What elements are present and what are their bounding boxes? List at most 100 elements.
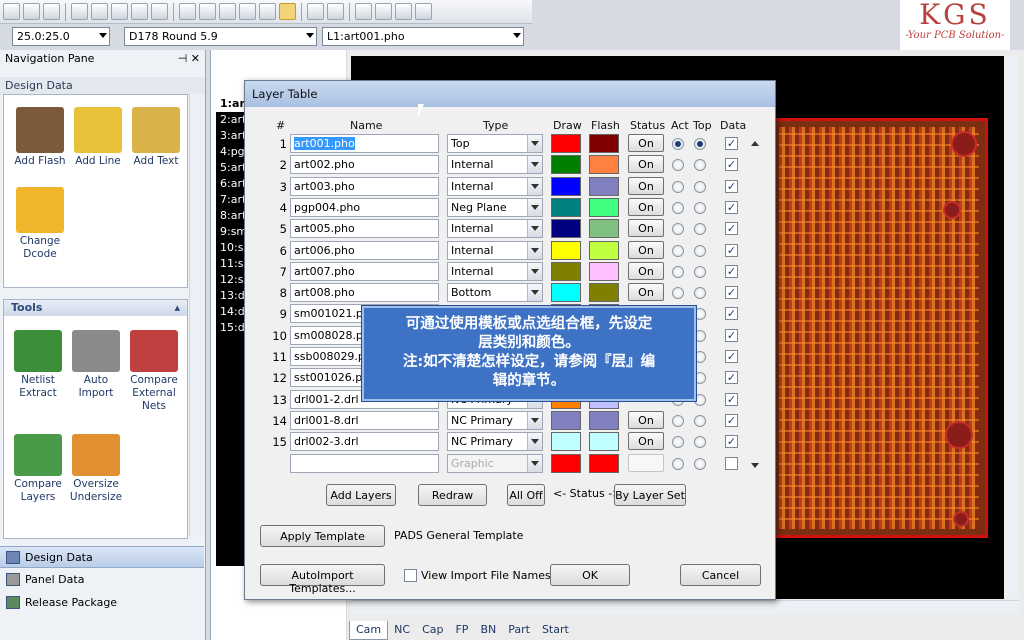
grid-icon[interactable]: [259, 3, 276, 20]
draw-color-swatch[interactable]: [551, 283, 581, 303]
canvas-hscroll[interactable]: [351, 600, 1019, 614]
data-checkbox[interactable]: ✓: [725, 286, 738, 300]
status-button[interactable]: On: [628, 410, 664, 429]
draw-color-swatch[interactable]: [551, 432, 581, 452]
measure-icon[interactable]: [415, 3, 432, 20]
top-radio[interactable]: [694, 159, 706, 172]
status-button[interactable]: On: [628, 197, 664, 216]
layer-name-field[interactable]: pgp004.pho: [290, 197, 439, 217]
layer-type-select[interactable]: Internal: [447, 261, 543, 281]
layer-name-field[interactable]: drl001-8.drl: [290, 410, 439, 430]
act-radio[interactable]: [672, 159, 684, 172]
color-icon[interactable]: [307, 3, 324, 20]
tool-auto-import[interactable]: Auto Import: [66, 330, 126, 400]
ok-button[interactable]: OK: [550, 564, 630, 586]
draw-color-swatch[interactable]: [551, 240, 581, 260]
tab-part[interactable]: Part: [502, 621, 536, 640]
layer-type-select[interactable]: Top: [447, 134, 543, 153]
act-radio[interactable]: [672, 414, 684, 427]
layer-name-field[interactable]: art005.pho: [290, 219, 439, 239]
tab-start[interactable]: Start: [536, 621, 575, 640]
data-checkbox[interactable]: ✓: [725, 264, 738, 278]
dialog-scrollbar[interactable]: [748, 127, 762, 469]
zoom-in-icon[interactable]: [131, 3, 148, 20]
layer-type-select[interactable]: Neg Plane: [447, 197, 543, 217]
data-checkbox[interactable]: [725, 456, 738, 470]
snap-icon[interactable]: [279, 3, 296, 20]
flash-color-swatch[interactable]: [589, 134, 619, 153]
layer-name-field[interactable]: drl002-3.drl: [290, 432, 439, 452]
draw-color-swatch[interactable]: [551, 453, 581, 473]
redo-icon[interactable]: [91, 3, 108, 20]
status-button[interactable]: On: [628, 134, 664, 152]
data-checkbox[interactable]: ✓: [725, 413, 738, 427]
data-checkbox[interactable]: ✓: [725, 307, 738, 321]
tool-oversize[interactable]: Oversize Undersize: [66, 434, 126, 504]
autoimport-templates-button[interactable]: AutoImport Templates...: [260, 564, 385, 595]
design-tool-add-flash[interactable]: Add Flash: [10, 107, 70, 168]
layer-type-select[interactable]: Graphic: [447, 453, 543, 473]
grid-combo[interactable]: 25.0:25.0: [12, 27, 110, 46]
flash-color-swatch[interactable]: [589, 197, 619, 217]
act-radio[interactable]: [672, 201, 684, 214]
print-icon[interactable]: [111, 3, 128, 20]
layer-type-select[interactable]: NC Primary: [447, 432, 543, 452]
draw-color-swatch[interactable]: [551, 197, 581, 217]
layer-type-select[interactable]: Bottom: [447, 283, 543, 303]
flash-color-swatch[interactable]: [589, 219, 619, 239]
status-button[interactable]: [628, 453, 664, 472]
flash-color-swatch[interactable]: [589, 240, 619, 260]
act-radio[interactable]: [672, 138, 684, 150]
layer-name-field[interactable]: [290, 453, 439, 473]
tab-cam[interactable]: Cam: [349, 621, 389, 640]
data-checkbox[interactable]: ✓: [725, 328, 738, 342]
nav-scrollbar[interactable]: [189, 94, 203, 536]
add-layers-button[interactable]: Add Layers: [326, 484, 396, 506]
tool-compare-layers[interactable]: Compare Layers: [8, 434, 68, 504]
draw-color-swatch[interactable]: [551, 134, 581, 153]
layer-type-select[interactable]: Internal: [447, 219, 543, 239]
data-checkbox[interactable]: ✓: [725, 243, 738, 257]
top-radio[interactable]: [694, 244, 706, 257]
copy-icon[interactable]: [375, 3, 392, 20]
delete-icon[interactable]: [395, 3, 412, 20]
act-radio[interactable]: [672, 436, 684, 449]
tools-panel-title[interactable]: Tools ▴: [4, 300, 187, 316]
view-import-checkbox[interactable]: [404, 569, 417, 582]
draw-color-swatch[interactable]: [551, 155, 581, 175]
tab-bn[interactable]: BN: [474, 621, 502, 640]
flash-color-swatch[interactable]: [589, 176, 619, 196]
scroll-up-icon[interactable]: [751, 141, 759, 146]
act-radio[interactable]: [672, 265, 684, 278]
top-radio[interactable]: [694, 287, 706, 300]
layer-name-field[interactable]: art007.pho: [290, 261, 439, 281]
data-checkbox[interactable]: ✓: [725, 371, 738, 385]
status-button[interactable]: On: [628, 176, 664, 195]
layer-type-select[interactable]: Internal: [447, 240, 543, 260]
nav-panel-data[interactable]: Panel Data: [0, 569, 204, 591]
move-icon[interactable]: [355, 3, 372, 20]
cancel-button[interactable]: Cancel: [680, 564, 761, 586]
design-tool-change-dcode[interactable]: Change Dcode: [10, 187, 70, 261]
save-icon[interactable]: [43, 3, 60, 20]
data-checkbox[interactable]: ✓: [725, 179, 738, 193]
nav-design-data[interactable]: Design Data: [0, 546, 204, 568]
status-button[interactable]: On: [628, 283, 664, 302]
layer-name-field[interactable]: art001.pho: [290, 134, 439, 153]
status-button[interactable]: On: [628, 432, 664, 451]
layer-name-field[interactable]: art002.pho: [290, 155, 439, 175]
design-tool-add-text[interactable]: Add Text: [126, 107, 186, 168]
collapse-icon[interactable]: ▴: [174, 301, 180, 315]
flash-color-swatch[interactable]: [589, 432, 619, 452]
redraw-button[interactable]: Redraw: [418, 484, 487, 506]
flash-color-swatch[interactable]: [589, 453, 619, 473]
design-tool-add-line[interactable]: Add Line: [68, 107, 128, 168]
data-checkbox[interactable]: ✓: [725, 158, 738, 172]
data-checkbox[interactable]: ✓: [725, 350, 738, 363]
data-checkbox[interactable]: ✓: [725, 200, 738, 214]
flash-color-swatch[interactable]: [589, 283, 619, 303]
data-checkbox[interactable]: ✓: [725, 137, 738, 150]
data-checkbox[interactable]: ✓: [725, 222, 738, 236]
canvas-vscroll[interactable]: [1004, 56, 1018, 599]
act-radio[interactable]: [672, 223, 684, 236]
